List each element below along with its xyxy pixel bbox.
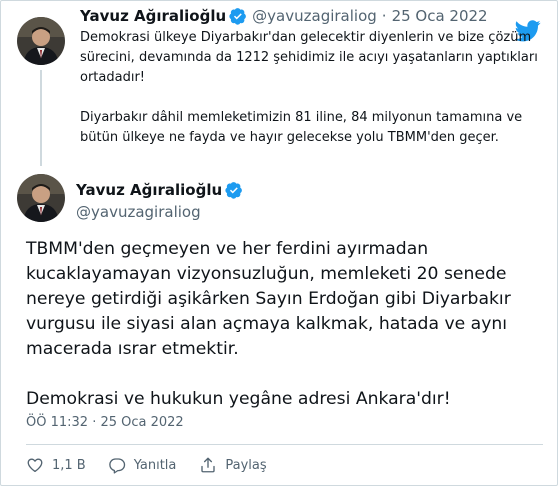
reply-icon [108,458,125,474]
reply-button[interactable]: Yanıtla [108,456,177,474]
heart-icon [27,458,43,473]
main-author-avatar[interactable] [17,174,65,222]
like-button[interactable]: 1,1 B [26,456,86,474]
like-count: 1,1 B [52,457,86,473]
share-label: Paylaş [225,457,267,473]
meta-separator: · [381,7,387,25]
main-tweet-text: TBMM'den geçmeyen ve her ferdini ayırmad… [26,237,546,412]
verified-badge-icon [225,182,243,199]
parent-tweet-date[interactable]: 25 Oca 2022 [392,7,488,25]
main-author-name[interactable]: Yavuz Ağıralioğlu [76,181,222,199]
main-tweet-timestamp[interactable]: ÖÖ 11:32 · 25 Oca 2022 [26,415,184,430]
parent-author-avatar[interactable] [17,17,65,65]
share-button[interactable]: Paylaş [199,456,267,474]
main-tweet-paragraph: TBMM'den geçmeyen ve her ferdini ayırmad… [26,239,511,359]
reply-label: Yanıtla [133,457,177,473]
main-tweet-paragraph: Demokrasi ve hukukun yegâne adresi Ankar… [26,389,451,409]
embedded-tweet-card: Yavuz Ağıralioğlu @yavuzagiraliog · 25 O… [0,0,558,486]
parent-tweet-paragraph: Diyarbakır dâhil memleketimizin 81 iline… [80,110,523,145]
parent-author-name[interactable]: Yavuz Ağıralioğlu [80,7,226,25]
verified-badge-icon [229,8,247,25]
actions-divider [26,444,543,445]
tweet-actions-bar: 1,1 B Yanıtla Paylaş [26,456,267,474]
parent-tweet-text: Demokrasi ülkeye Diyarbakır'dan gelecekt… [80,28,540,148]
main-author-handle[interactable]: @yavuzagiraliog [76,203,201,221]
share-icon [201,457,216,473]
thread-connector-line [40,70,42,166]
parent-author-handle[interactable]: @yavuzagiraliog [252,7,377,25]
parent-tweet-paragraph: Demokrasi ülkeye Diyarbakır'dan gelecekt… [80,30,538,85]
